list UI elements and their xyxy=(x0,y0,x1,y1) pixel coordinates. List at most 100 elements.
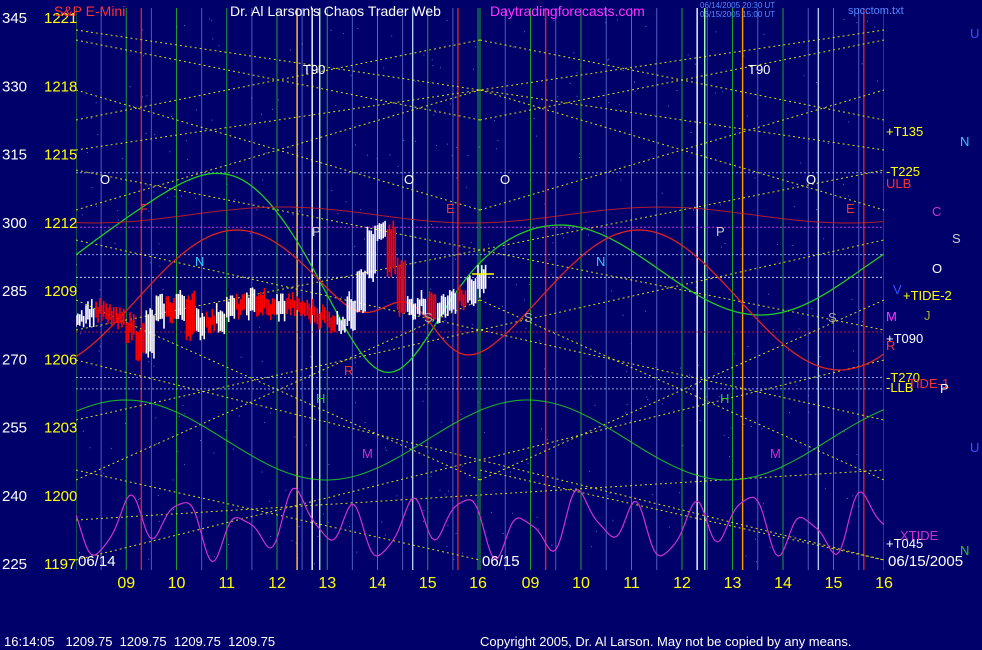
star-dot xyxy=(384,534,386,536)
left-axis-label: 345 xyxy=(2,10,27,27)
star-dot xyxy=(138,499,140,501)
site-link[interactable]: Daytradingforecasts.com xyxy=(490,3,645,19)
star-dot xyxy=(551,544,553,546)
star-dot xyxy=(169,151,171,153)
star-dot xyxy=(622,314,624,316)
star-dot xyxy=(330,29,332,31)
star-dot xyxy=(588,234,589,236)
star-dot xyxy=(167,197,169,199)
star-dot xyxy=(682,445,684,447)
star-dot xyxy=(750,426,752,427)
star-dot xyxy=(747,346,749,347)
planet-label: V xyxy=(893,282,902,297)
star-dot xyxy=(171,115,172,117)
star-dot xyxy=(385,449,387,451)
star-dot xyxy=(645,26,647,27)
star-dot xyxy=(143,55,144,57)
star-dot xyxy=(856,22,858,24)
star-dot xyxy=(440,421,442,423)
star-dot xyxy=(265,152,267,154)
curve-marker: O xyxy=(100,172,110,187)
star-dot xyxy=(218,45,220,47)
chaos-trader-chart: T90 T90+T135-T225ULB+TIDE-2+T090-T270-LLB… xyxy=(0,0,982,650)
star-dot xyxy=(745,555,747,557)
star-dot xyxy=(430,288,432,290)
star-dot xyxy=(95,102,97,104)
curve-marker: S xyxy=(828,310,837,325)
star-dot xyxy=(305,444,307,446)
star-dot xyxy=(723,434,725,436)
left-axis-label: 300 xyxy=(2,215,27,232)
star-dot xyxy=(384,447,386,449)
star-dot xyxy=(435,112,437,114)
hour-tick-label: 12 xyxy=(268,575,286,592)
star-dot xyxy=(655,367,657,368)
star-dot xyxy=(699,420,701,422)
star-dot xyxy=(328,464,330,465)
star-dot xyxy=(181,195,182,197)
star-dot xyxy=(436,145,438,146)
star-dot xyxy=(228,544,230,545)
hour-tick-label: 10 xyxy=(572,575,590,592)
star-dot xyxy=(800,162,802,164)
star-dot xyxy=(184,413,186,415)
star-dot xyxy=(846,497,848,499)
star-dot xyxy=(573,52,575,54)
star-dot xyxy=(354,144,356,146)
star-dot xyxy=(510,471,511,473)
star-dot xyxy=(391,35,393,37)
star-dot xyxy=(264,422,266,423)
star-dot xyxy=(389,154,391,156)
star-dot xyxy=(610,290,612,292)
update-stamp-2: 06/15/2005 15:00 UT xyxy=(700,10,775,19)
star-dot xyxy=(364,238,366,240)
star-dot xyxy=(533,118,535,119)
hour-tick-label: 09 xyxy=(522,575,540,592)
star-dot xyxy=(847,195,849,197)
star-dot xyxy=(557,96,559,98)
star-dot xyxy=(761,428,763,430)
star-dot xyxy=(364,422,366,423)
star-dot xyxy=(512,512,514,514)
star-dot xyxy=(360,209,362,211)
star-dot xyxy=(650,385,652,387)
star-dot xyxy=(142,29,144,31)
star-dot xyxy=(114,243,116,245)
star-dot xyxy=(763,33,765,35)
star-dot xyxy=(608,58,610,60)
star-dot xyxy=(258,250,260,252)
star-dot xyxy=(698,364,700,366)
curve-marker: M xyxy=(362,446,373,461)
price-axis-label: 1203 xyxy=(44,420,77,437)
star-dot xyxy=(383,67,385,69)
star-dot xyxy=(343,33,345,34)
curve-marker: O xyxy=(500,172,510,187)
star-dot xyxy=(824,487,826,489)
star-dot xyxy=(294,436,296,438)
curve-marker: N xyxy=(195,254,204,269)
star-dot xyxy=(423,54,425,56)
star-dot xyxy=(209,18,210,20)
star-dot xyxy=(789,412,790,414)
star-dot xyxy=(634,81,635,83)
star-dot xyxy=(234,199,236,201)
data-file-name: spcctom.txt xyxy=(848,5,904,17)
star-dot xyxy=(362,377,364,379)
star-dot xyxy=(446,143,448,145)
star-dot xyxy=(456,146,458,148)
star-dot xyxy=(867,20,868,22)
star-dot xyxy=(711,170,712,172)
star-dot xyxy=(298,284,300,286)
price-axis-label: 1206 xyxy=(44,351,77,368)
star-dot xyxy=(345,201,347,203)
star-dot xyxy=(356,551,358,553)
star-dot xyxy=(853,350,854,352)
star-dot xyxy=(381,521,383,523)
planet-label: P xyxy=(940,381,949,396)
hour-tick-label: 15 xyxy=(419,575,437,592)
left-axis-label: 330 xyxy=(2,78,27,95)
price-axis-label: 1215 xyxy=(44,147,77,164)
star-dot xyxy=(261,113,262,115)
star-dot xyxy=(144,107,146,109)
star-dot xyxy=(213,452,215,454)
